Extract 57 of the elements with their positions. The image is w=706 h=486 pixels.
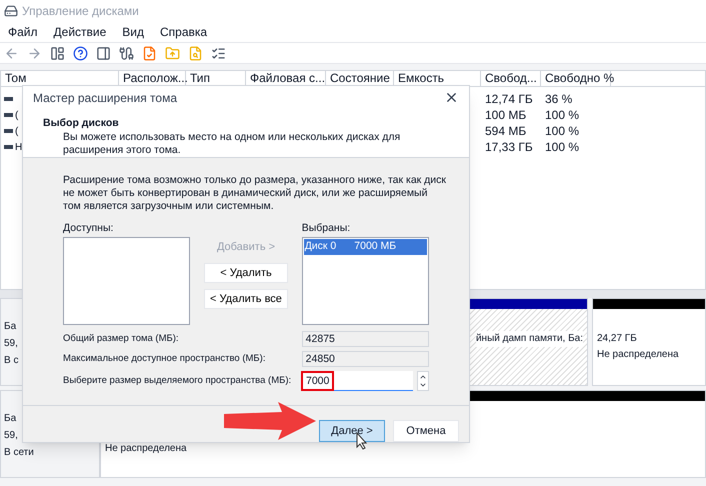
table-cell-text: 36 % bbox=[544, 91, 574, 108]
menu-item[interactable]: Файл bbox=[8, 23, 38, 41]
disk-info-text: В сети bbox=[4, 446, 34, 460]
table-cell-text: 594 МБ bbox=[484, 123, 528, 140]
disk-info-text: 59, bbox=[4, 337, 18, 351]
menu-item[interactable]: Действие bbox=[54, 23, 106, 41]
window-title: Управление дисками bbox=[22, 3, 139, 20]
app-icon bbox=[4, 4, 18, 18]
readonly-field: 42875 bbox=[302, 331, 429, 347]
spin-buttons[interactable] bbox=[417, 371, 429, 391]
list-label: Доступны: bbox=[63, 221, 114, 236]
column-header[interactable]: Свобод... bbox=[481, 71, 541, 86]
panel-icon[interactable] bbox=[50, 46, 65, 60]
field-label: Максимальное доступное пространство (МБ): bbox=[63, 352, 266, 366]
field-label: Общий размер тома (МБ): bbox=[63, 332, 180, 346]
partition[interactable]: 24,27 ГБ Не распределена bbox=[592, 298, 706, 386]
dialog-subheading: Вы можете использовать место на одном или нескольких дисках для расширения этого тома. bbox=[62, 131, 402, 158]
readonly-field: 24850 bbox=[302, 351, 429, 367]
forward-arrow-icon[interactable] bbox=[27, 46, 42, 60]
help-icon[interactable] bbox=[73, 46, 88, 60]
partition-text: йный дамп памяти, Ба: bbox=[476, 331, 583, 347]
table-cell-text: 100 % bbox=[544, 123, 580, 140]
document-search-icon[interactable] bbox=[188, 46, 203, 60]
volume-icon bbox=[4, 145, 13, 149]
cancel-button[interactable]: Отмена bbox=[393, 420, 459, 442]
table-cell-text: ( bbox=[15, 108, 18, 122]
volume-icon bbox=[4, 97, 13, 101]
volume-icon bbox=[4, 129, 13, 133]
panel-icon[interactable] bbox=[96, 46, 111, 60]
size-field[interactable]: 7000 bbox=[301, 371, 413, 391]
checklist-icon[interactable] bbox=[211, 46, 226, 60]
table-cell-text: 100 % bbox=[544, 139, 580, 156]
dialog-heading: Выбор дисков bbox=[43, 116, 120, 130]
menu-item[interactable]: Справка bbox=[160, 23, 208, 41]
table-cell-text: 100 % bbox=[544, 107, 580, 124]
table-cell-text: 100 МБ bbox=[484, 107, 528, 124]
dialog-title: Мастер расширения тома bbox=[33, 90, 177, 107]
table-cell-text: Н bbox=[15, 140, 22, 154]
disk-info-text: Ба bbox=[4, 412, 16, 426]
disk-info-text: В с bbox=[4, 354, 18, 368]
table-cell-text: 17,33 ГБ bbox=[484, 139, 534, 156]
volume-icon bbox=[4, 113, 13, 117]
menu-item[interactable]: Вид bbox=[122, 23, 144, 41]
list-button[interactable]: < Удалить все bbox=[204, 289, 288, 310]
table-cell-text: 12,74 ГБ bbox=[484, 91, 534, 108]
dialog-description: Расширение тома возможно только до размера, указанного ниже, так как диск не может быть конвертирован в динамический диск, или же расширяемый том является загрузочным или системным. bbox=[63, 174, 448, 214]
table-cell-text: ( bbox=[15, 124, 18, 138]
disk-info-text: Ба bbox=[4, 320, 16, 334]
folder-up-icon[interactable] bbox=[165, 46, 180, 60]
field-label: Выберите размер выделяемого пространства (МБ): bbox=[63, 374, 292, 388]
disk-info-text: 59, bbox=[4, 429, 18, 443]
next-button[interactable]: Далее > bbox=[319, 420, 385, 442]
list-label: Выбраны: bbox=[302, 221, 352, 236]
check-document-icon[interactable] bbox=[142, 46, 157, 60]
list-item[interactable]: Диск 0 7000 МБ bbox=[304, 239, 427, 255]
list-button[interactable]: < Удалить bbox=[204, 263, 288, 284]
plug-icon[interactable] bbox=[119, 46, 134, 60]
